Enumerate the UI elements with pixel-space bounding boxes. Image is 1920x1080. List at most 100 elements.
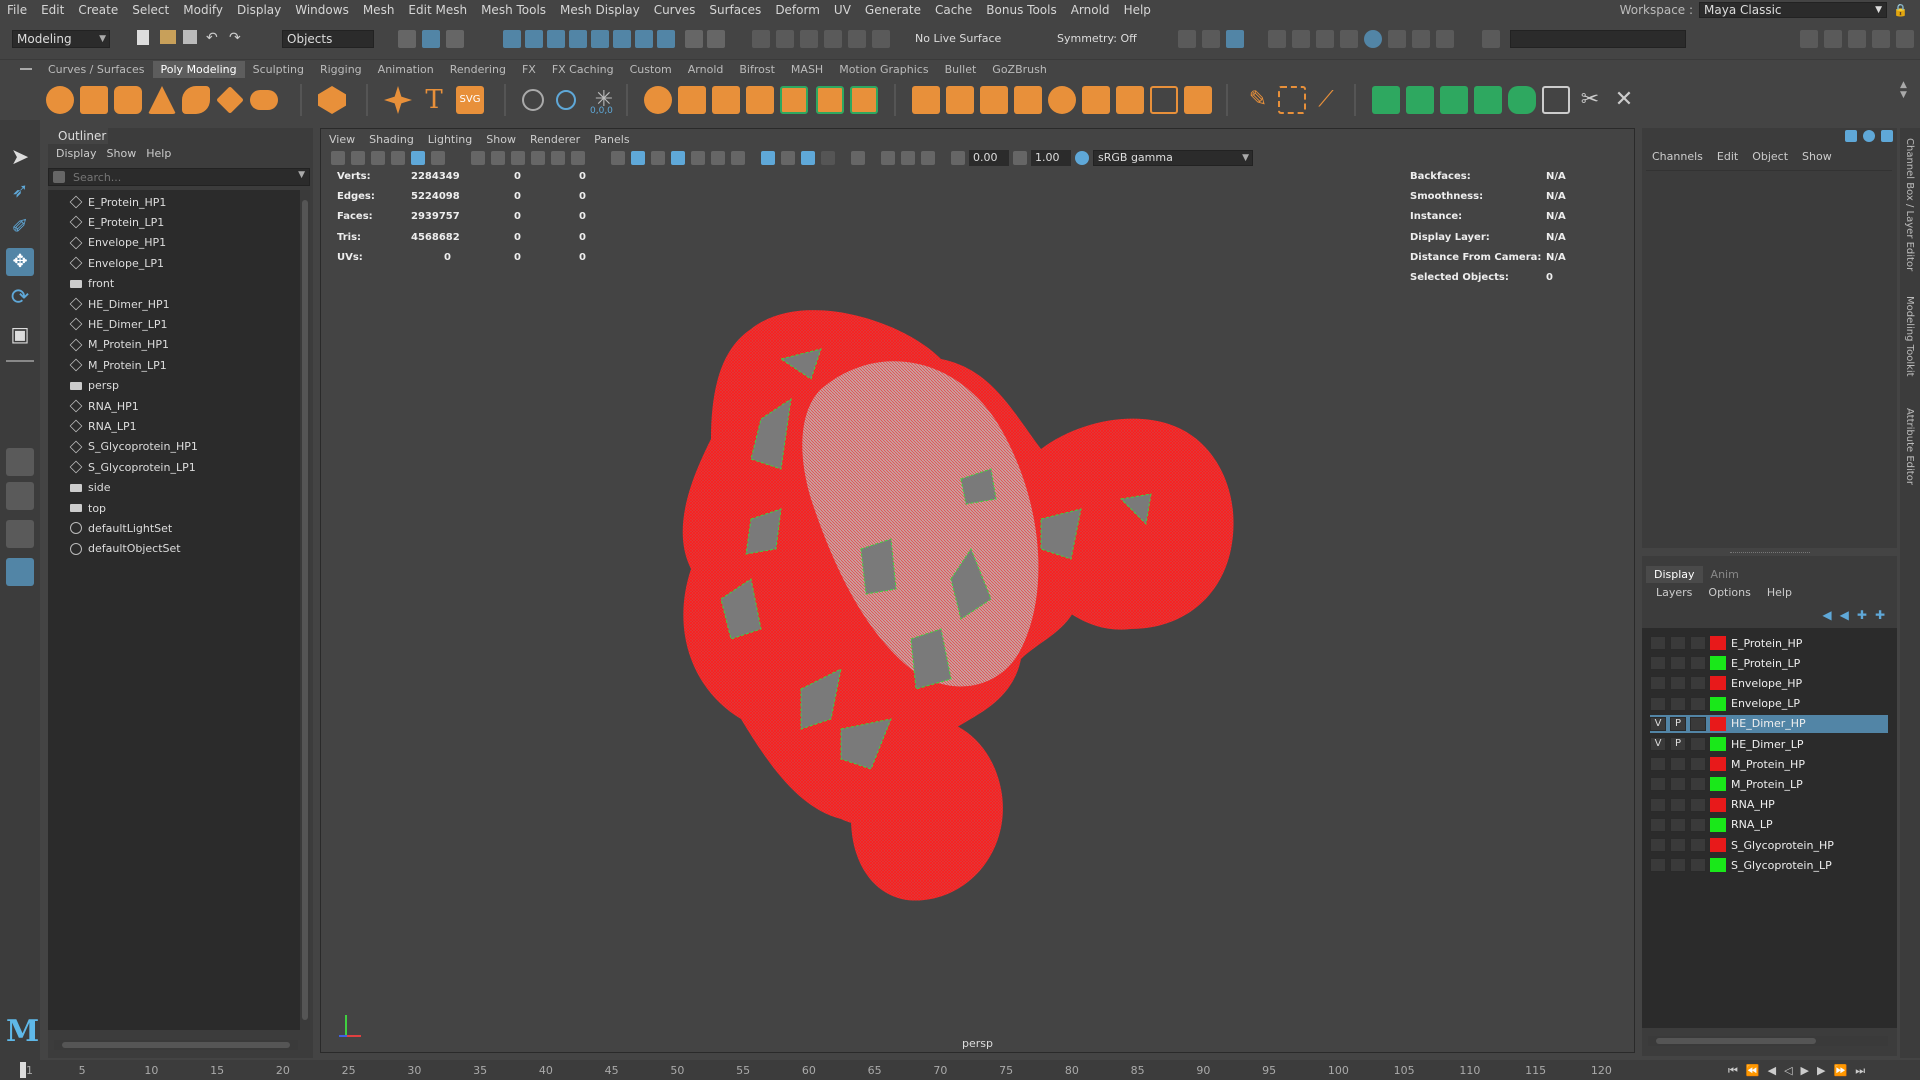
side-tab-modeling-toolkit[interactable]: Modeling Toolkit [1904, 296, 1915, 377]
workspace-dropdown[interactable]: Maya Classic ▼ [1699, 2, 1888, 18]
layer-color-swatch[interactable] [1710, 656, 1726, 671]
snap-center-icon[interactable] [613, 30, 631, 48]
channel-box-pin-icon[interactable] [1881, 130, 1893, 142]
single-perspective-view-icon[interactable] [6, 448, 34, 476]
menu-bonus-tools[interactable]: Bonus Tools [979, 0, 1063, 20]
layer-row[interactable]: S_Glycoprotein_LP [1650, 856, 1888, 874]
soft-select-icon[interactable] [556, 90, 576, 110]
play-back-icon[interactable]: ◁ [1784, 1064, 1792, 1078]
outliner-item[interactable]: defaultObjectSet [70, 540, 181, 558]
color-space-dropdown[interactable]: sRGB gamma ▼ [1093, 150, 1253, 166]
layer-color-swatch[interactable] [1710, 676, 1726, 691]
render-current-frame-icon[interactable] [1268, 30, 1286, 48]
lock-selection-icon[interactable] [685, 30, 703, 48]
merge-icon[interactable] [1048, 86, 1076, 114]
planar-mapping-icon[interactable] [1372, 86, 1400, 114]
viewport-menu-view[interactable]: View [329, 131, 355, 149]
save-scene-icon[interactable] [183, 30, 197, 44]
color-management-icon[interactable] [1075, 151, 1089, 165]
combine-icon[interactable] [644, 86, 672, 114]
layer-playback-toggle[interactable] [1670, 656, 1686, 671]
viewport-panel[interactable]: View Shading Lighting Show Renderer Panels 0.… [320, 128, 1635, 1053]
layer-display-type-toggle[interactable] [1690, 777, 1706, 792]
field-chart-icon[interactable] [551, 151, 565, 165]
render-settings-2-icon[interactable] [1340, 30, 1358, 48]
layer-row[interactable]: RNA_HP [1650, 796, 1888, 814]
undo-icon[interactable]: ↶ [206, 30, 226, 50]
menu-surfaces[interactable]: Surfaces [702, 0, 768, 20]
layer-hscrollbar[interactable] [1648, 1036, 1888, 1046]
channel-box-toggle-icon[interactable] [1845, 130, 1857, 142]
layer-display-type-toggle[interactable] [1690, 737, 1706, 751]
safe-action-icon[interactable] [571, 151, 585, 165]
channel-box-icon[interactable] [1896, 30, 1914, 48]
xray-icon[interactable] [761, 151, 775, 165]
grid-icon[interactable] [471, 151, 485, 165]
outliner-item[interactable]: side [70, 479, 111, 497]
type-tool-icon[interactable]: T [420, 86, 448, 114]
symmetry-dropdown[interactable]: Symmetry: Off [1057, 32, 1137, 45]
menu-curves[interactable]: Curves [647, 0, 703, 20]
outliner-item[interactable]: defaultLightSet [70, 519, 172, 537]
construction-history-icon[interactable] [752, 30, 770, 48]
menu-windows[interactable]: Windows [288, 0, 356, 20]
shelf-tab-arnold[interactable]: Arnold [680, 61, 732, 78]
side-tab-channel-box[interactable]: Channel Box / Layer Editor [1904, 138, 1915, 271]
shelf-tab-motion-graphics[interactable]: Motion Graphics [831, 61, 936, 78]
persp-outliner-icon[interactable] [6, 520, 34, 548]
cut-uv-icon[interactable]: ✂ [1576, 86, 1604, 114]
attribute-editor-icon[interactable] [1848, 30, 1866, 48]
layer-visibility-toggle[interactable] [1650, 797, 1666, 812]
ambient-occlusion-icon[interactable] [821, 151, 835, 165]
shelf-tab-rendering[interactable]: Rendering [442, 61, 514, 78]
side-tab-attribute-editor[interactable]: Attribute Editor [1904, 408, 1915, 485]
menu-mesh-display[interactable]: Mesh Display [553, 0, 647, 20]
depth-of-field-icon[interactable] [901, 151, 915, 165]
layer-color-swatch[interactable] [1710, 716, 1726, 731]
layer-visibility-toggle[interactable] [1650, 676, 1666, 691]
arnold-render-icon[interactable] [1364, 30, 1382, 48]
modeling-toolkit-icon[interactable] [1824, 30, 1842, 48]
move-layer-down-icon[interactable]: ◀ [1840, 608, 1849, 622]
snap-plane-icon[interactable] [569, 30, 587, 48]
step-forward-key-icon[interactable]: ⏩ [1833, 1064, 1847, 1078]
step-forward-frame-icon[interactable]: ▶ [1817, 1064, 1825, 1078]
select-by-hierarchy-icon[interactable] [398, 30, 416, 48]
uv-editor-icon[interactable] [1508, 86, 1536, 114]
outliner-item[interactable]: E_Protein_HP1 [69, 193, 166, 211]
layer-color-swatch[interactable] [1710, 838, 1726, 852]
poly-disc-icon[interactable] [250, 90, 278, 110]
channel-box-menu-edit[interactable]: Edit [1717, 150, 1738, 163]
menu-edit[interactable]: Edit [34, 0, 71, 20]
motion-blur-icon[interactable] [921, 151, 935, 165]
platonic-solid-icon[interactable] [318, 86, 346, 114]
shelf-tab-poly-modeling[interactable]: Poly Modeling [152, 61, 245, 78]
scale-tool-icon[interactable]: ▣ [6, 320, 34, 348]
image-plane-icon[interactable] [391, 151, 405, 165]
ipr-render-icon[interactable] [800, 30, 818, 48]
2d-pan-zoom-icon[interactable] [411, 151, 425, 165]
layer-tab-display[interactable]: Display [1646, 566, 1703, 583]
shelf-tab-gozbrush[interactable]: GoZBrush [984, 61, 1055, 78]
outliner-item[interactable]: front [70, 275, 114, 293]
bridge-icon[interactable] [946, 86, 974, 114]
poly-sphere-icon[interactable] [46, 86, 74, 114]
layer-row[interactable]: E_Protein_LP [1650, 654, 1888, 672]
extrude-icon[interactable] [912, 86, 940, 114]
outliner-hscrollbar[interactable] [54, 1040, 298, 1050]
layer-playback-toggle[interactable] [1670, 757, 1686, 772]
panel-splitter[interactable] [1730, 552, 1810, 554]
menu-create[interactable]: Create [71, 0, 125, 20]
snap-curve-icon[interactable] [525, 30, 543, 48]
layer-hscroll-thumb[interactable] [1656, 1038, 1816, 1044]
menu-file[interactable]: File [0, 0, 34, 20]
outliner-vscrollbar[interactable] [300, 190, 310, 1030]
outliner-item[interactable]: M_Protein_HP1 [69, 336, 169, 354]
outliner-search-input[interactable] [73, 170, 283, 184]
wireframe-icon[interactable] [611, 151, 625, 165]
layer-visibility-toggle[interactable] [1650, 656, 1666, 671]
layer-color-swatch[interactable] [1710, 777, 1726, 792]
redo-icon[interactable]: ↷ [229, 30, 249, 50]
layer-display-type-toggle[interactable] [1690, 636, 1706, 650]
shelf-tab-mash[interactable]: MASH [783, 61, 831, 78]
